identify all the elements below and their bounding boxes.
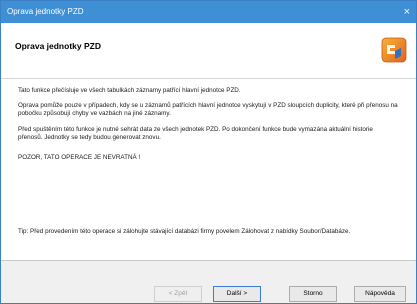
page-title: Oprava jednotky PZD — [15, 41, 101, 51]
warning-text: POZOR, TATO OPERACE JE NEVRATNÁ ! — [18, 154, 141, 161]
title-bar: Oprava jednotky PZD × — [1, 1, 416, 23]
wizard-content: Tato funkce přečísluje ve všech tabulkác… — [1, 79, 416, 261]
info-paragraph-2: Oprava pomůže pouze v případech, kdy se … — [18, 102, 398, 117]
wizard-header: Oprava jednotky PZD — [1, 23, 416, 79]
tip-text: Tip: Před provedením této operace si zál… — [18, 228, 351, 235]
wizard-logo-icon — [381, 37, 407, 63]
wizard-window: Oprava jednotky PZD × Oprava jednotky PZ… — [0, 0, 417, 304]
back-button[interactable]: < Zpět — [154, 286, 202, 302]
window-title: Oprava jednotky PZD — [7, 7, 84, 16]
close-icon[interactable]: × — [404, 1, 410, 23]
next-button[interactable]: Další > — [213, 286, 261, 302]
info-paragraph-1: Tato funkce přečísluje ve všech tabulkác… — [18, 87, 241, 94]
help-button[interactable]: Nápověda — [354, 286, 406, 302]
cancel-button[interactable]: Storno — [289, 286, 337, 302]
footer-divider — [1, 260, 416, 261]
info-paragraph-3: Před spuštěním této funkce je nutné sehr… — [18, 126, 373, 141]
